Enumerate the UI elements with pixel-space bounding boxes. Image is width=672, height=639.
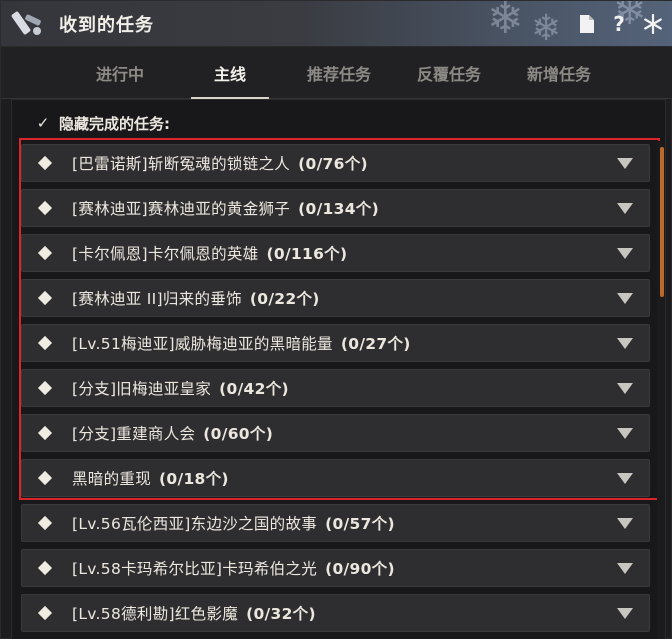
hide-completed-toggle[interactable]: ✓ 隐藏完成的任务: — [35, 112, 170, 134]
quest-name: [Lv.56瓦伦西亚]东边沙之国的故事 — [72, 515, 318, 533]
quest-row[interactable]: [巴雷诺斯]斩断冤魂的锁链之人 (0/76个) — [21, 144, 650, 182]
quest-title: [卡尔佩恩]卡尔佩恩的英雄 (0/116个) — [72, 242, 617, 264]
expand-arrow-icon[interactable] — [617, 562, 633, 574]
quest-progress-count: (0/42个) — [219, 380, 289, 398]
tab-bar: 进行中 主线 推荐任务 反覆任务 新增任务 — [1, 47, 672, 99]
diamond-bullet-icon — [37, 245, 53, 261]
tab-repeatable[interactable]: 反覆任务 — [401, 47, 497, 99]
scrollbar-thumb[interactable] — [660, 147, 664, 297]
quest-row[interactable]: [分支]旧梅迪亚皇家 (0/42个) — [21, 369, 650, 407]
snowflake-decoration-icon: ❄ — [487, 1, 524, 44]
document-icon — [580, 15, 594, 33]
expand-arrow-icon[interactable] — [617, 607, 633, 619]
quest-row[interactable]: [赛林迪亚]赛林迪亚的黄金狮子 (0/134个) — [21, 189, 650, 227]
quest-row[interactable]: [Lv.58德利勘]红色影魔 (0/32个) — [21, 594, 650, 632]
hide-completed-checkbox[interactable]: ✓ — [35, 114, 51, 132]
expand-arrow-icon[interactable] — [617, 472, 633, 484]
quest-row[interactable]: [Lv.56瓦伦西亚]东边沙之国的故事 (0/57个) — [21, 504, 650, 542]
quest-title: [Lv.51梅迪亚]威胁梅迪亚的黑暗能量 (0/27个) — [72, 332, 617, 354]
document-button[interactable] — [575, 12, 599, 36]
quest-progress-count: (0/76个) — [298, 155, 368, 173]
hide-completed-label: 隐藏完成的任务: — [59, 114, 170, 133]
quest-title: [分支]旧梅迪亚皇家 (0/42个) — [72, 377, 617, 399]
diamond-bullet-icon — [37, 515, 53, 531]
quest-name: [Lv.58卡玛希尔比亚]卡玛希伯之光 — [72, 560, 318, 578]
quest-title: [赛林迪亚 II]归来的垂饰 (0/22个) — [72, 287, 617, 309]
quest-progress-count: (0/57个) — [325, 515, 395, 533]
quest-progress-count: (0/18个) — [159, 470, 229, 488]
expand-arrow-icon[interactable] — [617, 427, 633, 439]
expand-arrow-icon[interactable] — [617, 292, 633, 304]
diamond-bullet-icon — [37, 335, 53, 351]
quest-name: [Lv.58德利勘]红色影魔 — [72, 605, 239, 623]
quest-progress-count: (0/32个) — [246, 605, 316, 623]
quest-row[interactable]: 黑暗的重现 (0/18个) — [21, 459, 650, 497]
quest-title: [Lv.58德利勘]红色影魔 (0/32个) — [72, 602, 617, 624]
quest-progress-count: (0/90个) — [325, 560, 395, 578]
tab-in-progress[interactable]: 进行中 — [77, 47, 163, 99]
expand-arrow-icon[interactable] — [617, 517, 633, 529]
quest-row[interactable]: [Lv.51梅迪亚]威胁梅迪亚的黑暗能量 (0/27个) — [21, 324, 650, 362]
quest-name: [分支]旧梅迪亚皇家 — [72, 380, 212, 398]
quest-row[interactable]: [Lv.58卡玛希尔比亚]卡玛希伯之光 (0/90个) — [21, 549, 650, 587]
diamond-bullet-icon — [37, 200, 53, 216]
expand-arrow-icon[interactable] — [617, 247, 633, 259]
diamond-bullet-icon — [37, 290, 53, 306]
quest-row[interactable]: [分支]重建商人会 (0/60个) — [21, 414, 650, 452]
snowflake-settings-icon — [644, 14, 662, 34]
quest-title: [Lv.56瓦伦西亚]东边沙之国的故事 (0/57个) — [72, 512, 617, 534]
expand-arrow-icon[interactable] — [617, 337, 633, 349]
quest-name: [Lv.51梅迪亚]威胁梅迪亚的黑暗能量 — [72, 335, 333, 353]
quest-name: [赛林迪亚]赛林迪亚的黄金狮子 — [72, 200, 291, 218]
quest-name: 黑暗的重现 — [72, 470, 152, 488]
diamond-bullet-icon — [37, 560, 53, 576]
quest-title: [巴雷诺斯]斩断冤魂的锁链之人 (0/76个) — [72, 152, 617, 174]
diamond-bullet-icon — [37, 425, 53, 441]
quest-progress-count: (0/22个) — [249, 290, 320, 308]
quest-progress-count: (0/134个) — [298, 200, 379, 218]
quest-row[interactable]: [赛林迪亚 II]归来的垂饰 (0/22个) — [21, 279, 650, 317]
expand-arrow-icon[interactable] — [617, 202, 633, 214]
quest-scroll-icon — [11, 11, 41, 35]
diamond-bullet-icon — [37, 470, 53, 486]
quest-title: [赛林迪亚]赛林迪亚的黄金狮子 (0/134个) — [72, 197, 617, 219]
quest-progress-count: (0/27个) — [340, 335, 411, 353]
tab-main-quest[interactable]: 主线 — [191, 47, 269, 99]
snowflake-decoration-icon: ❄ — [531, 8, 562, 47]
tab-new[interactable]: 新增任务 — [511, 47, 607, 99]
quest-row[interactable]: [卡尔佩恩]卡尔佩恩的英雄 (0/116个) — [21, 234, 650, 272]
help-button[interactable]: ? — [607, 12, 631, 36]
diamond-bullet-icon — [37, 380, 53, 396]
settings-button[interactable] — [641, 12, 665, 36]
quest-title: [Lv.58卡玛希尔比亚]卡玛希伯之光 (0/90个) — [72, 557, 617, 579]
tab-recommended[interactable]: 推荐任务 — [291, 47, 387, 99]
diamond-bullet-icon — [37, 605, 53, 621]
quest-name: [巴雷诺斯]斩断冤魂的锁链之人 — [72, 155, 291, 173]
quest-window: ❄ ❄ ❄ 收到的任务 ? 进行中 主线 推荐任务 反覆任务 新增任务 ✓ 隐藏… — [0, 0, 672, 639]
help-icon: ? — [613, 12, 625, 36]
diamond-bullet-icon — [37, 155, 53, 171]
quest-name: [卡尔佩恩]卡尔佩恩的英雄 — [72, 245, 259, 263]
quest-title: 黑暗的重现 (0/18个) — [72, 467, 617, 489]
quest-title: [分支]重建商人会 (0/60个) — [72, 422, 617, 444]
window-title: 收到的任务 — [59, 15, 154, 36]
expand-arrow-icon[interactable] — [617, 157, 633, 169]
title-bar[interactable]: ❄ ❄ ❄ 收到的任务 ? — [1, 1, 672, 47]
quest-name: [赛林迪亚 II]归来的垂饰 — [72, 290, 242, 308]
quest-progress-count: (0/60个) — [203, 425, 274, 443]
quest-progress-count: (0/116个) — [266, 245, 348, 263]
quest-name: [分支]重建商人会 — [72, 425, 196, 443]
expand-arrow-icon[interactable] — [617, 382, 633, 394]
